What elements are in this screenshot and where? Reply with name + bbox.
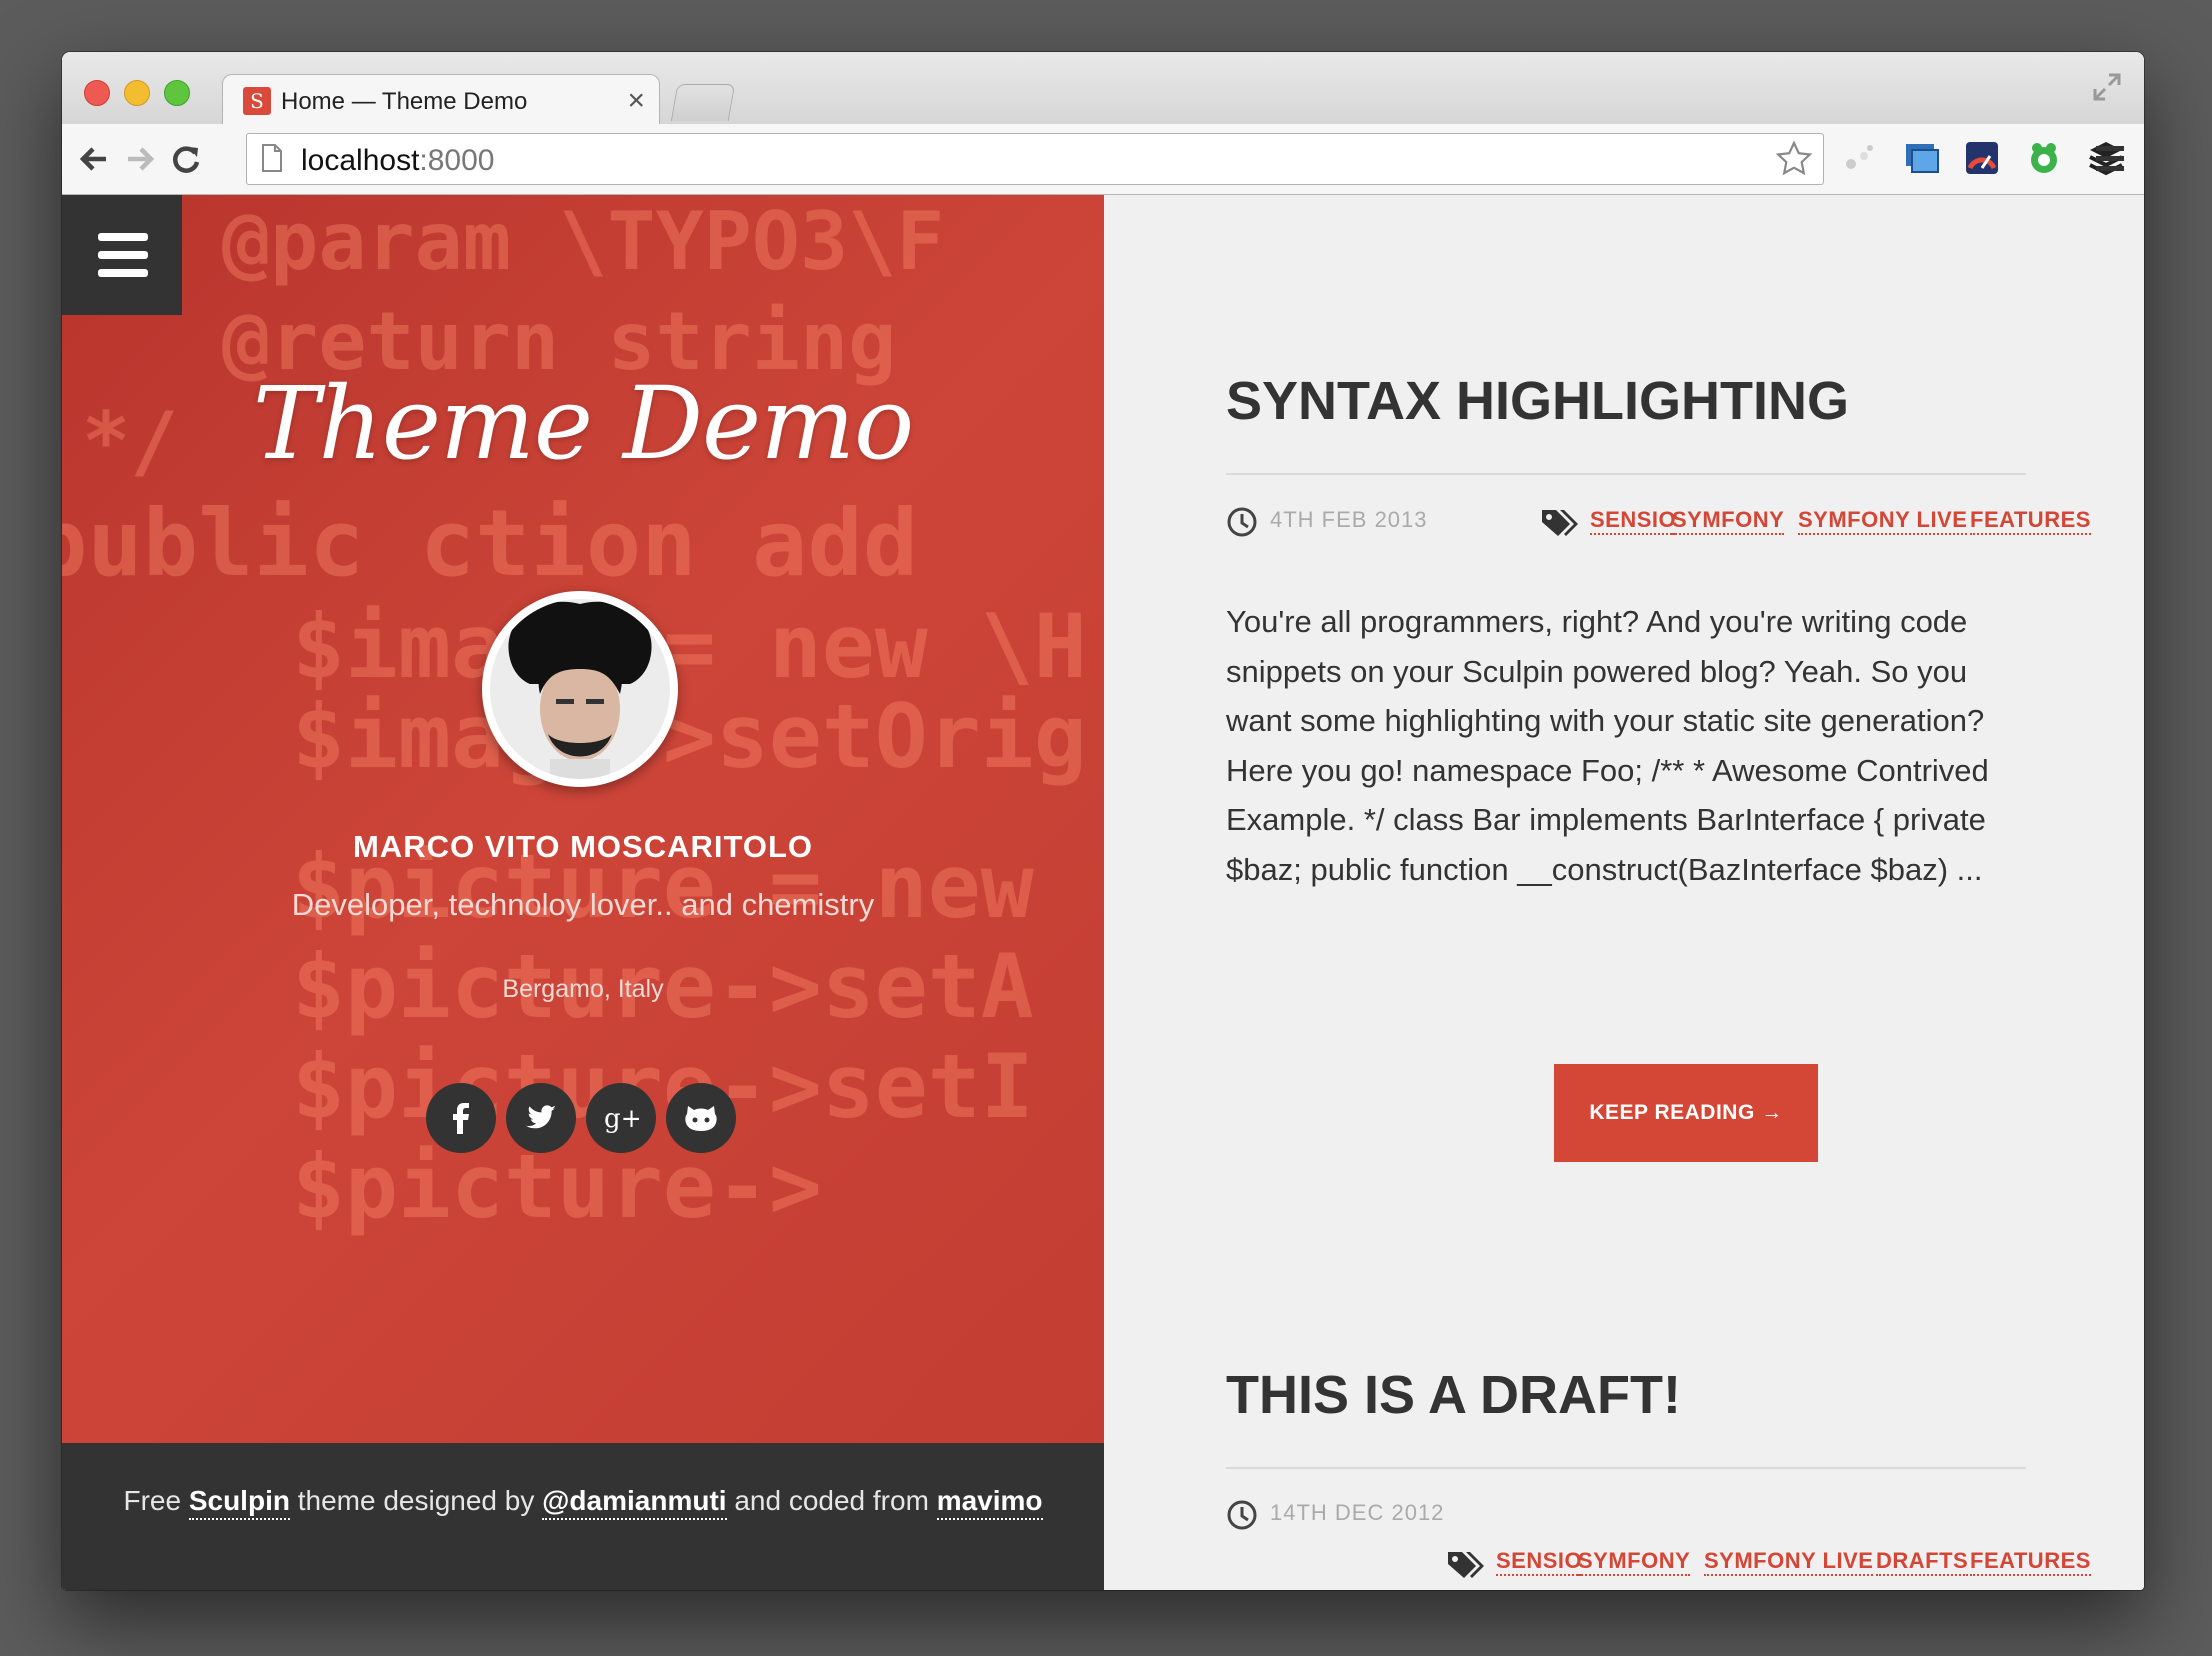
facebook-button[interactable] [426, 1083, 496, 1153]
tag-link[interactable]: FEATURES [1970, 1548, 2091, 1576]
tag-link[interactable]: SYMFONY LIVE [1798, 507, 1968, 535]
bookmark-star-icon[interactable] [1775, 140, 1813, 178]
footer-text-3: and coded from [726, 1485, 937, 1516]
tag-link[interactable]: SYMFONY [1578, 1548, 1691, 1576]
tag-link[interactable]: FEATURES [1970, 507, 2091, 535]
google-plus-icon: g+ [604, 1104, 639, 1134]
tab-home[interactable]: S Home — Theme Demo × [222, 74, 660, 127]
author-location: Bergamo, Italy [502, 975, 664, 1003]
post-list: SYNTAX HIGHLIGHTING 4TH FEB 2013 SENSIO … [1104, 195, 2144, 1590]
screenshot-extension-icon[interactable] [1902, 138, 1942, 178]
coder-link[interactable]: mavimo [936, 1485, 1043, 1520]
post-excerpt: You're all programmers, right? And you'r… [1226, 604, 1989, 887]
site-title[interactable]: Theme Demo [62, 365, 1104, 482]
post-divider [1226, 473, 2026, 475]
keep-reading-button[interactable]: KEEP READING → [1554, 1064, 1818, 1162]
tab-title: Home — Theme Demo [281, 88, 528, 115]
github-button[interactable] [666, 1083, 736, 1153]
designer-link[interactable]: @damianmuti [542, 1485, 727, 1520]
author-bio: Developer, technoloy lover.. and chemist… [291, 887, 875, 922]
avatar [482, 591, 678, 787]
tab-close-icon[interactable]: × [627, 83, 645, 119]
post-title[interactable]: SYNTAX HIGHLIGHTING [1226, 370, 1849, 432]
svg-text:g+: g+ [604, 1104, 639, 1134]
avatar-photo [490, 599, 670, 779]
tag-link[interactable]: SYMFONY LIVE [1704, 1548, 1874, 1576]
back-icon[interactable] [76, 141, 112, 177]
post-title[interactable]: THIS IS A DRAFT! [1226, 1364, 1681, 1426]
hamburger-line-icon [98, 269, 148, 277]
footer-text-1: Free [123, 1485, 189, 1516]
frog-extension-icon[interactable] [2024, 138, 2064, 178]
post-divider [1226, 1467, 2026, 1469]
close-window-button[interactable] [84, 80, 110, 106]
clock-icon [1227, 1500, 1257, 1530]
footer-credits: Free Sculpin theme designed by @damianmu… [62, 1485, 1104, 1520]
post-date: 14TH DEC 2012 [1270, 1500, 1445, 1525]
sculpin-link[interactable]: Sculpin [188, 1485, 290, 1520]
address-bar[interactable]: localhost:8000 [246, 133, 1824, 185]
tags-icon [1542, 510, 1578, 536]
zoom-window-button[interactable] [164, 80, 190, 106]
twitter-icon [526, 1105, 556, 1129]
browser-toolbar: localhost:8000 [62, 124, 2144, 195]
page-content: @param \TYPO3\F @return string */ public… [62, 195, 2144, 1590]
tag-link[interactable]: DRAFTS [1876, 1548, 1969, 1576]
url-host: localhost [301, 144, 420, 177]
google-plus-button[interactable]: g+ [586, 1083, 656, 1153]
reload-icon[interactable] [168, 141, 204, 177]
author-name: MARCO VITO MOSCARITOLO [352, 829, 814, 864]
sculpin-favicon-icon: S [243, 87, 271, 115]
hamburger-line-icon [98, 233, 148, 241]
post-date: 4TH FEB 2013 [1270, 507, 1428, 532]
menu-button[interactable] [62, 195, 182, 315]
fullscreen-icon[interactable] [2092, 72, 2122, 102]
tag-link[interactable]: SENSIO [1590, 507, 1677, 535]
clock-icon [1227, 507, 1257, 537]
footer-text-2: theme designed by [289, 1485, 543, 1516]
tab-strip: S Home — Theme Demo × [62, 52, 2144, 127]
sidebar-footer: Free Sculpin theme designed by @damianmu… [62, 1443, 1104, 1590]
page-icon [262, 144, 282, 172]
tag-link[interactable]: SENSIO [1496, 1548, 1583, 1576]
new-tab-button[interactable] [670, 84, 736, 121]
sidebar: @param \TYPO3\F @return string */ public… [62, 195, 1104, 1590]
url-text: localhost:8000 [301, 144, 494, 178]
browser-window: S Home — Theme Demo × localhost:8000 @pa… [62, 52, 2144, 1590]
chrome-menu-icon[interactable] [2090, 138, 2130, 178]
hamburger-line-icon [98, 251, 148, 259]
minimize-window-button[interactable] [124, 80, 150, 106]
extension-dots-icon[interactable] [1840, 138, 1880, 178]
facebook-icon [453, 1103, 469, 1134]
tag-link[interactable]: SYMFONY [1672, 507, 1785, 535]
github-icon [685, 1106, 717, 1131]
tags-icon [1448, 1552, 1484, 1578]
url-port: :8000 [419, 144, 495, 177]
speed-extension-icon[interactable] [1962, 138, 2002, 178]
twitter-button[interactable] [506, 1083, 576, 1153]
forward-icon[interactable] [122, 141, 158, 177]
